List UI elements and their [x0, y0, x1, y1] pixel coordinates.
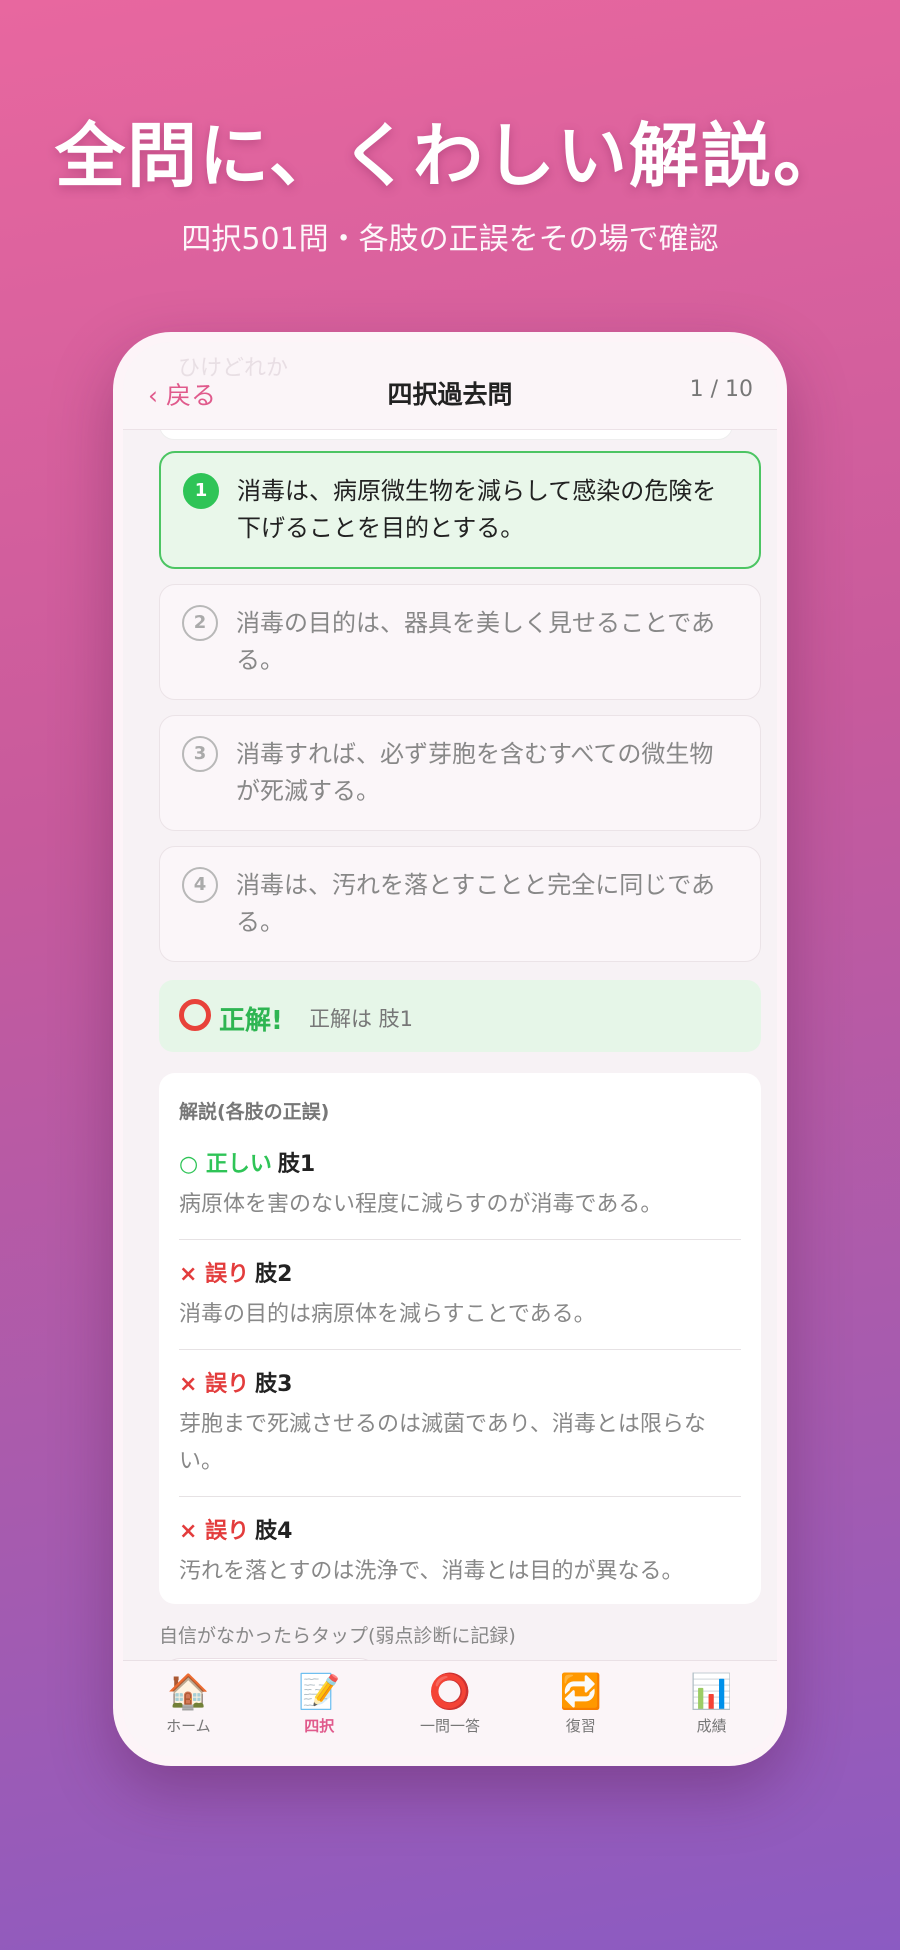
question-card: [159, 430, 733, 440]
verdict-line: × 誤り 肢3: [179, 1366, 741, 1398]
app-screen: ひけどれか ‹ 戻る 四択過去問 1 / 10 1 消毒は、病原微生物を減らして…: [123, 342, 777, 1756]
option-number: 4: [182, 867, 218, 903]
tab-results[interactable]: 📊 成績: [646, 1661, 777, 1756]
verdict-line: ○ 正しい 肢1: [179, 1146, 741, 1178]
tab-bar: 🏠 ホーム 📝 四択 ⭕ 一問一答 🔁 復習 📊 成績: [123, 1660, 777, 1756]
explanation-item: × 誤り 肢4 汚れを落とすのは洗浄で、消毒とは目的が異なる。: [179, 1513, 741, 1606]
repeat-icon: 🔁: [559, 1672, 602, 1712]
home-icon: 🏠: [167, 1672, 210, 1712]
tab-label: ホーム: [166, 1717, 211, 1735]
explanation-text: 消毒の目的は病原体を減らすことである。: [179, 1302, 596, 1327]
verdict-line: × 誤り 肢2: [179, 1256, 741, 1288]
verdict-line: × 誤り 肢4: [179, 1513, 741, 1545]
correct-circle-icon: [179, 999, 211, 1031]
memo-icon: 📝: [298, 1672, 341, 1712]
tab-label: 四択: [304, 1717, 335, 1735]
choice-name: 肢4: [255, 1519, 293, 1544]
verdict-label: × 誤り: [179, 1519, 250, 1544]
result-detail: 正解は 肢1: [309, 1007, 414, 1031]
question-progress: 1 / 10: [689, 377, 753, 402]
result-banner: 正解! 正解は 肢1: [159, 980, 761, 1052]
nav-bar: ひけどれか ‹ 戻る 四択過去問 1 / 10: [123, 342, 777, 430]
tab-four-choice[interactable]: 📝 四択: [254, 1661, 385, 1756]
tab-review[interactable]: 🔁 復習: [515, 1661, 646, 1756]
explanation-item: × 誤り 肢3 芽胞まで死滅させるのは滅菌であり、消毒とは限らない。: [179, 1366, 741, 1497]
tab-home[interactable]: 🏠 ホーム: [123, 1661, 254, 1756]
verdict-label: × 誤り: [179, 1262, 250, 1287]
option-number: 2: [182, 605, 218, 641]
tab-label: 成績: [696, 1717, 727, 1735]
hero-subline: 四択501問・各肢の正誤をその場で確認: [181, 222, 719, 257]
choice-name: 肢3: [255, 1372, 293, 1397]
phone-frame: ひけどれか ‹ 戻る 四択過去問 1 / 10 1 消毒は、病原微生物を減らして…: [113, 332, 787, 1766]
option-number: 1: [183, 473, 219, 509]
option-text: 消毒の目的は、器具を美しく見せることである。: [236, 609, 716, 674]
explanation-item: ○ 正しい 肢1 病原体を害のない程度に減らすのが消毒である。: [179, 1146, 741, 1240]
choice-name: 肢2: [255, 1262, 293, 1287]
option-1[interactable]: 1 消毒は、病原微生物を減らして感染の危険を下げることを目的とする。: [159, 451, 761, 569]
tab-label: 一問一答: [419, 1717, 480, 1735]
option-text: 消毒すれば、必ず芽胞を含むすべての微生物が死滅する。: [236, 740, 714, 805]
chart-icon: 📊: [690, 1672, 733, 1712]
option-number: 3: [182, 736, 218, 772]
tab-one-question[interactable]: ⭕ 一問一答: [385, 1661, 516, 1756]
tab-label: 復習: [565, 1717, 596, 1735]
explanation-text: 汚れを落とすのは洗浄で、消毒とは目的が異なる。: [179, 1559, 684, 1584]
verdict-label: ○ 正しい: [179, 1152, 272, 1177]
uncertain-note: 自信がなかったらタップ(弱点診断に記録): [159, 1625, 516, 1647]
circle-icon: ⭕: [428, 1672, 472, 1712]
hero-headline: 全問に、くわしい解説。: [55, 115, 845, 197]
explanation-text: 芽胞まで死滅させるのは滅菌であり、消毒とは限らない。: [179, 1412, 706, 1474]
choice-name: 肢1: [277, 1152, 316, 1177]
result-title: 正解!: [219, 1006, 283, 1036]
verdict-label: × 誤り: [179, 1372, 250, 1397]
option-text: 消毒は、汚れを落とすことと完全に同じである。: [236, 871, 716, 936]
option-4[interactable]: 4 消毒は、汚れを落とすことと完全に同じである。: [159, 846, 761, 962]
option-2[interactable]: 2 消毒の目的は、器具を美しく見せることである。: [159, 584, 761, 700]
explanation-text: 病原体を害のない程度に減らすのが消毒である。: [179, 1192, 663, 1217]
explanation-item: × 誤り 肢2 消毒の目的は病原体を減らすことである。: [179, 1256, 741, 1350]
option-text: 消毒は、病原微生物を減らして感染の危険を下げることを目的とする。: [237, 477, 717, 542]
option-3[interactable]: 3 消毒すれば、必ず芽胞を含むすべての微生物が死滅する。: [159, 715, 761, 831]
page-title: 四択過去問: [387, 380, 513, 409]
scroll-content[interactable]: 1 消毒は、病原微生物を減らして感染の危険を下げることを目的とする。 2 消毒の…: [123, 430, 777, 1676]
explanation-heading: 解説(各肢の正誤): [179, 1101, 330, 1123]
explanation-card: 解説(各肢の正誤) ○ 正しい 肢1 病原体を害のない程度に減らすのが消毒である。…: [159, 1073, 761, 1604]
